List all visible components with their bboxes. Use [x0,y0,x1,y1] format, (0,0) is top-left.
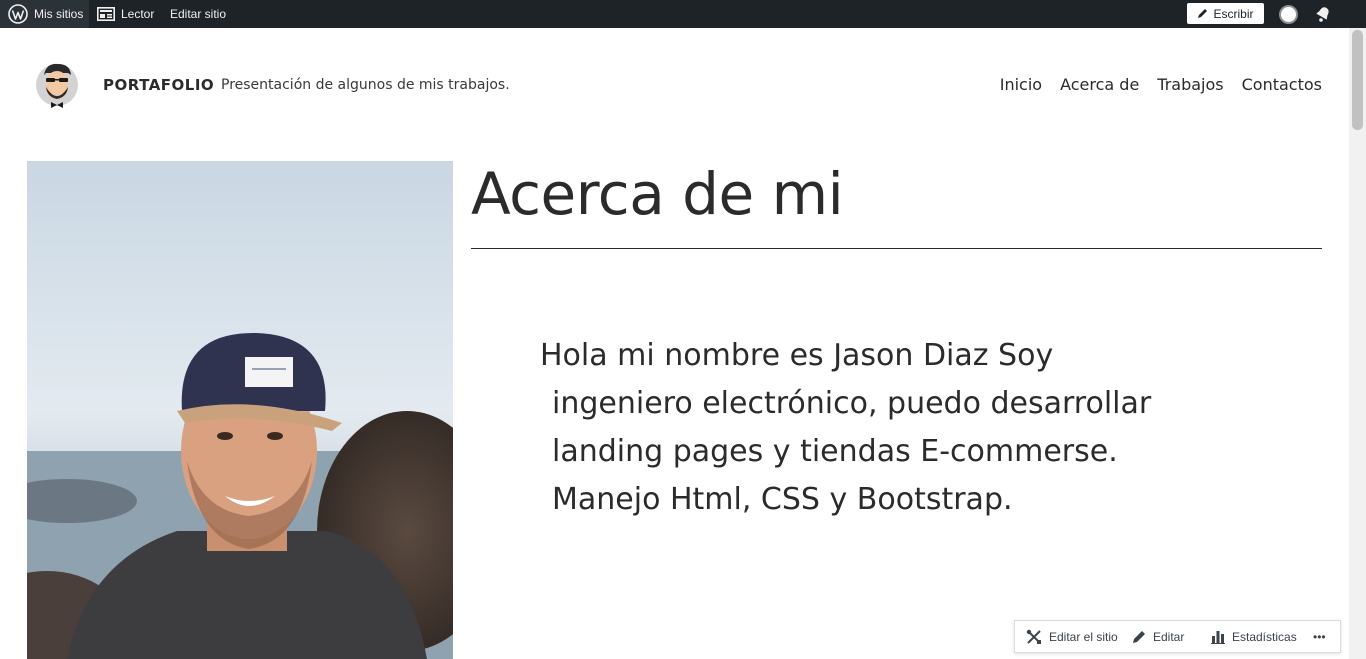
main-navigation: Inicio Acerca de Trabajos Contactos [1000,75,1322,94]
bio-paragraph: Hola mi nombre es Jason Diaz Soy ingenie… [540,332,1240,524]
reader-icon [97,7,115,21]
bell-icon[interactable] [1314,5,1332,23]
reader-label: Lector [121,7,155,21]
write-label: Escribir [1213,6,1254,21]
site-tagline: Presentación de algunos de mis trabajos. [221,77,510,93]
edit-button[interactable]: Editar [1132,621,1184,652]
stats-label: Estadísticas [1232,629,1297,644]
page-scrollbar[interactable] [1349,28,1366,659]
nav-item-trabajos[interactable]: Trabajos [1157,75,1223,94]
more-options-button[interactable]: ••• [1313,621,1326,652]
edit-site-label: Editar el sitio [1049,629,1118,644]
stats-button[interactable]: Estadísticas [1211,621,1297,652]
site-title[interactable]: PORTAFOLIO [103,76,214,94]
nav-item-contactos[interactable]: Contactos [1242,75,1322,94]
avatar-icon[interactable] [1279,5,1298,24]
bio-line: ingeniero electrónico, puedo desarrollar [552,386,1152,421]
my-sites-label: Mis sitios [34,7,84,21]
profile-photo [27,161,453,659]
edit-site-button[interactable]: Editar el sitio [1026,621,1118,652]
page-title: Acerca de mi [471,160,844,228]
pencil-icon [1133,630,1145,643]
edit-site-label: Editar sitio [170,7,227,21]
bio-line: Manejo Html, CSS y Bootstrap. [552,482,1013,517]
floating-toolbar: Editar el sitio Editar Estadísticas ••• [1014,620,1341,653]
bar-chart-icon [1211,630,1225,644]
scrollbar-thumb[interactable] [1352,30,1363,130]
edit-site-link[interactable]: Editar sitio [170,0,226,28]
bio-line: landing pages y tiendas E-commerse. [552,434,1118,469]
nav-item-inicio[interactable]: Inicio [1000,75,1042,94]
bio-line: Hola mi nombre es Jason Diaz Soy [540,338,1054,373]
edit-label: Editar [1153,629,1185,644]
title-divider [471,248,1322,249]
my-sites-button[interactable]: Mis sitios [0,0,89,28]
reader-button[interactable]: Lector [97,0,154,28]
write-button[interactable]: Escribir [1187,3,1264,24]
admin-bar: Mis sitios Lector Editar sitio Escribir [0,0,1366,28]
pen-icon [1198,9,1208,18]
tools-icon [1026,629,1041,644]
ellipsis-icon: ••• [1313,629,1326,644]
nav-item-acerca-de[interactable]: Acerca de [1060,75,1139,94]
site-logo[interactable] [34,61,80,111]
wordpress-icon [8,4,28,24]
